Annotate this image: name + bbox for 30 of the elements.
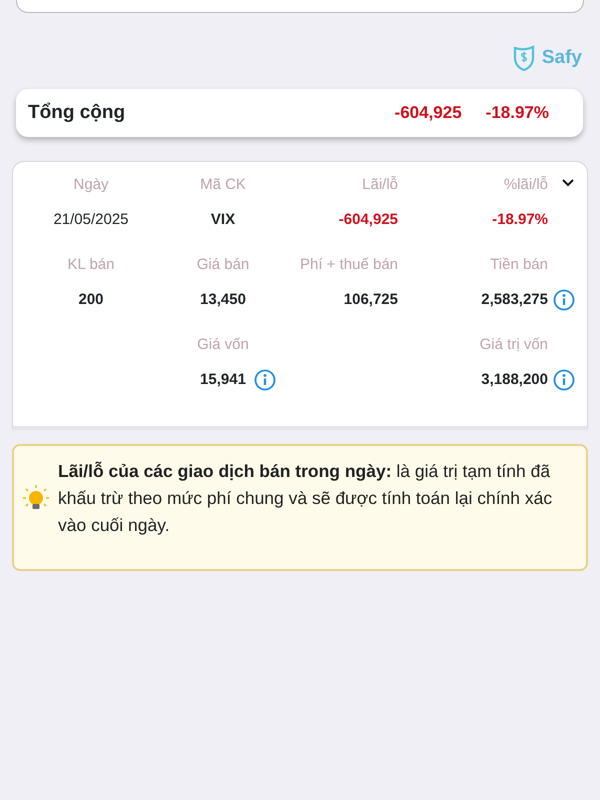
total-percent: -18.97% [486, 102, 549, 124]
field-label: Tiền bán [490, 255, 548, 275]
field-label: Ngày [73, 175, 109, 195]
field-label: Giá trị vốn [480, 335, 548, 355]
info-icon[interactable] [553, 289, 575, 311]
field-value: -604,925 [338, 210, 398, 230]
info-icon[interactable] [254, 369, 276, 391]
field-label: Mã CK [200, 175, 246, 195]
info-icon[interactable] [553, 369, 575, 391]
field-value: 200 [78, 290, 104, 310]
field-value: 2,583,275 [481, 290, 548, 310]
field-label: %lãi/lỗ [504, 175, 548, 195]
field-value: VIX [210, 210, 236, 230]
chevron-icon[interactable] [561, 178, 575, 188]
total-label: Tổng cộng [28, 100, 126, 125]
shield-logo-icon [512, 44, 536, 72]
total-amount: -604,925 [394, 102, 462, 124]
field-value: 21/05/2025 [53, 210, 129, 230]
brand-name: Safy [542, 46, 582, 70]
field-label: Giá bán [196, 255, 250, 275]
field-label: Phí + thuế bán [300, 255, 398, 275]
field-value: 13,450 [200, 290, 246, 310]
field-label: Giá vốn [197, 335, 249, 355]
note-text: Lãi/lỗ của các giao dịch bán trong ngày: là giá trị tạm tính đã khấu trừ theo mức phí chung và sẽ được tính toán lại chính xác vào cuối ngày. [58, 460, 553, 537]
field-value: 106,725 [344, 290, 398, 310]
field-label: Lãi/lỗ [362, 175, 398, 195]
field-value: 3,188,200 [481, 370, 548, 390]
field-value: -18.97% [492, 210, 548, 230]
field-value: 15,941 [200, 370, 246, 390]
field-label: KL bán [68, 255, 114, 275]
